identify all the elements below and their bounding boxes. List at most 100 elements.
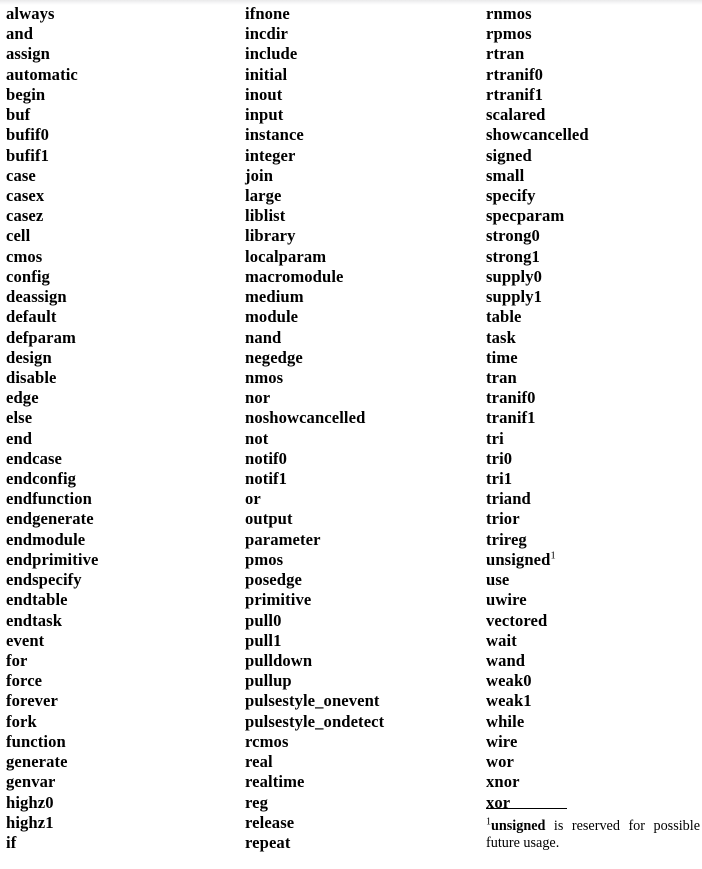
keyword-item: endfunction bbox=[6, 489, 92, 509]
keyword-item: liblist bbox=[245, 206, 286, 226]
keyword-item: strong0 bbox=[486, 226, 540, 246]
keyword-item: and bbox=[6, 24, 34, 44]
keyword-item: casez bbox=[6, 206, 44, 226]
footnote-term: unsigned bbox=[491, 818, 546, 834]
keyword-item: library bbox=[245, 226, 296, 246]
keyword-item: trior bbox=[486, 509, 520, 529]
keyword-columns: always and assign automatic begin buf bufif0 bu… bbox=[0, 0, 702, 869]
keyword-item: pulsestyle_onevent bbox=[245, 691, 380, 711]
keyword-item: triand bbox=[486, 489, 531, 509]
keyword-item: vectored bbox=[486, 610, 548, 630]
keyword-item: rnmos bbox=[486, 4, 532, 23]
keyword-item: real bbox=[245, 752, 273, 772]
keyword-item: always bbox=[6, 4, 55, 23]
keyword-item: time bbox=[486, 347, 518, 367]
keyword-item: nor bbox=[245, 388, 271, 408]
keyword-item: cmos bbox=[6, 246, 43, 266]
keyword-item: fork bbox=[6, 711, 37, 731]
keyword-item: defparam bbox=[6, 327, 76, 347]
keyword-item: unsigned1 bbox=[486, 549, 556, 569]
keyword-item: tri0 bbox=[486, 448, 513, 468]
keyword-item: bufif0 bbox=[6, 125, 50, 145]
keyword-item: specparam bbox=[486, 206, 565, 226]
keyword-item: localparam bbox=[245, 246, 327, 266]
keyword-item: module bbox=[245, 307, 299, 327]
keyword-item: rtran bbox=[486, 44, 525, 64]
keyword-item: wand bbox=[486, 651, 526, 670]
keyword-column-2: ifnone incdir include initial inout input inst… bbox=[245, 4, 483, 853]
footnote: 1unsigned is reserved for possible futur… bbox=[486, 808, 700, 852]
keyword-item: if bbox=[6, 832, 17, 852]
keyword-item: pulsestyle_ondetect bbox=[245, 711, 385, 731]
keyword-item: pulldown bbox=[245, 651, 313, 670]
keyword-item: function bbox=[6, 731, 66, 751]
keyword-item: negedge bbox=[245, 347, 303, 367]
keyword-item: begin bbox=[6, 84, 46, 104]
keyword-item: tranif1 bbox=[486, 408, 536, 428]
keyword-item: pull1 bbox=[245, 630, 282, 650]
keyword-item: deassign bbox=[6, 287, 67, 307]
keyword-item: automatic bbox=[6, 64, 78, 84]
keyword-column-3: rnmos rpmos rtran rtranif0 rtranif1 scalared s… bbox=[486, 4, 700, 813]
keyword-item: endspecify bbox=[6, 570, 82, 590]
keyword-item: rpmos bbox=[486, 24, 532, 44]
keyword-column-1: always and assign automatic begin buf bufif0 bu… bbox=[6, 4, 242, 853]
keyword-item: endmodule bbox=[6, 529, 86, 549]
keyword-item: primitive bbox=[245, 590, 312, 610]
keyword-item: use bbox=[486, 570, 510, 590]
keyword-item: rtranif0 bbox=[486, 64, 544, 84]
keyword-item: wait bbox=[486, 630, 517, 650]
keyword-item: cell bbox=[6, 226, 31, 246]
keyword-item: medium bbox=[245, 287, 304, 307]
keyword-item: incdir bbox=[245, 24, 289, 44]
keyword-item: pmos bbox=[245, 549, 284, 569]
keyword-item: config bbox=[6, 266, 50, 286]
keyword-item: noshowcancelled bbox=[245, 408, 366, 428]
keyword-item: join bbox=[245, 165, 274, 185]
keyword-item: pullup bbox=[245, 671, 292, 691]
keyword-item: endcase bbox=[6, 448, 63, 468]
keyword-item: highz0 bbox=[6, 792, 54, 812]
keyword-item: nand bbox=[245, 327, 282, 347]
keyword-item: not bbox=[245, 428, 269, 448]
keyword-item: signed bbox=[486, 145, 532, 165]
keyword-item: macromodule bbox=[245, 266, 344, 286]
keyword-item: disable bbox=[6, 367, 57, 387]
keyword-item: bufif1 bbox=[6, 145, 50, 165]
keyword-item: for bbox=[6, 651, 28, 670]
keyword-item: casex bbox=[6, 185, 45, 205]
keyword-item: showcancelled bbox=[486, 125, 589, 145]
keyword-item: ifnone bbox=[245, 4, 290, 23]
keyword-item: tri bbox=[486, 428, 504, 448]
keyword-item: repeat bbox=[245, 832, 291, 852]
keyword-item: default bbox=[6, 307, 57, 327]
keyword-item: uwire bbox=[486, 590, 527, 610]
keyword-item: force bbox=[6, 671, 43, 691]
keyword-item: scalared bbox=[486, 105, 546, 125]
keyword-item: supply1 bbox=[486, 287, 543, 307]
keyword-item: rcmos bbox=[245, 731, 289, 751]
keyword-item: tran bbox=[486, 367, 517, 387]
keyword-item: small bbox=[486, 165, 525, 185]
keyword-item: realtime bbox=[245, 772, 305, 792]
keyword-item: endgenerate bbox=[6, 509, 94, 529]
keyword-item: design bbox=[6, 347, 52, 367]
keyword-item: generate bbox=[6, 752, 68, 772]
keyword-item: inout bbox=[245, 84, 283, 104]
keyword-item: supply0 bbox=[486, 266, 543, 286]
keyword-item: posedge bbox=[245, 570, 302, 590]
keyword-item: nmos bbox=[245, 367, 284, 387]
keyword-item: reg bbox=[245, 792, 269, 812]
keyword-item: weak1 bbox=[486, 691, 532, 711]
keyword-item: pull0 bbox=[245, 610, 282, 630]
keyword-item: genvar bbox=[6, 772, 56, 792]
keyword-item: release bbox=[245, 812, 295, 832]
keyword-item: initial bbox=[245, 64, 288, 84]
keyword-item: assign bbox=[6, 44, 50, 64]
keyword-item: notif1 bbox=[245, 469, 288, 489]
keyword-item: endtable bbox=[6, 590, 68, 610]
keyword-item: notif0 bbox=[245, 448, 288, 468]
keyword-item: edge bbox=[6, 388, 39, 408]
keyword-item: weak0 bbox=[486, 671, 532, 691]
keyword-item: wire bbox=[486, 731, 518, 751]
